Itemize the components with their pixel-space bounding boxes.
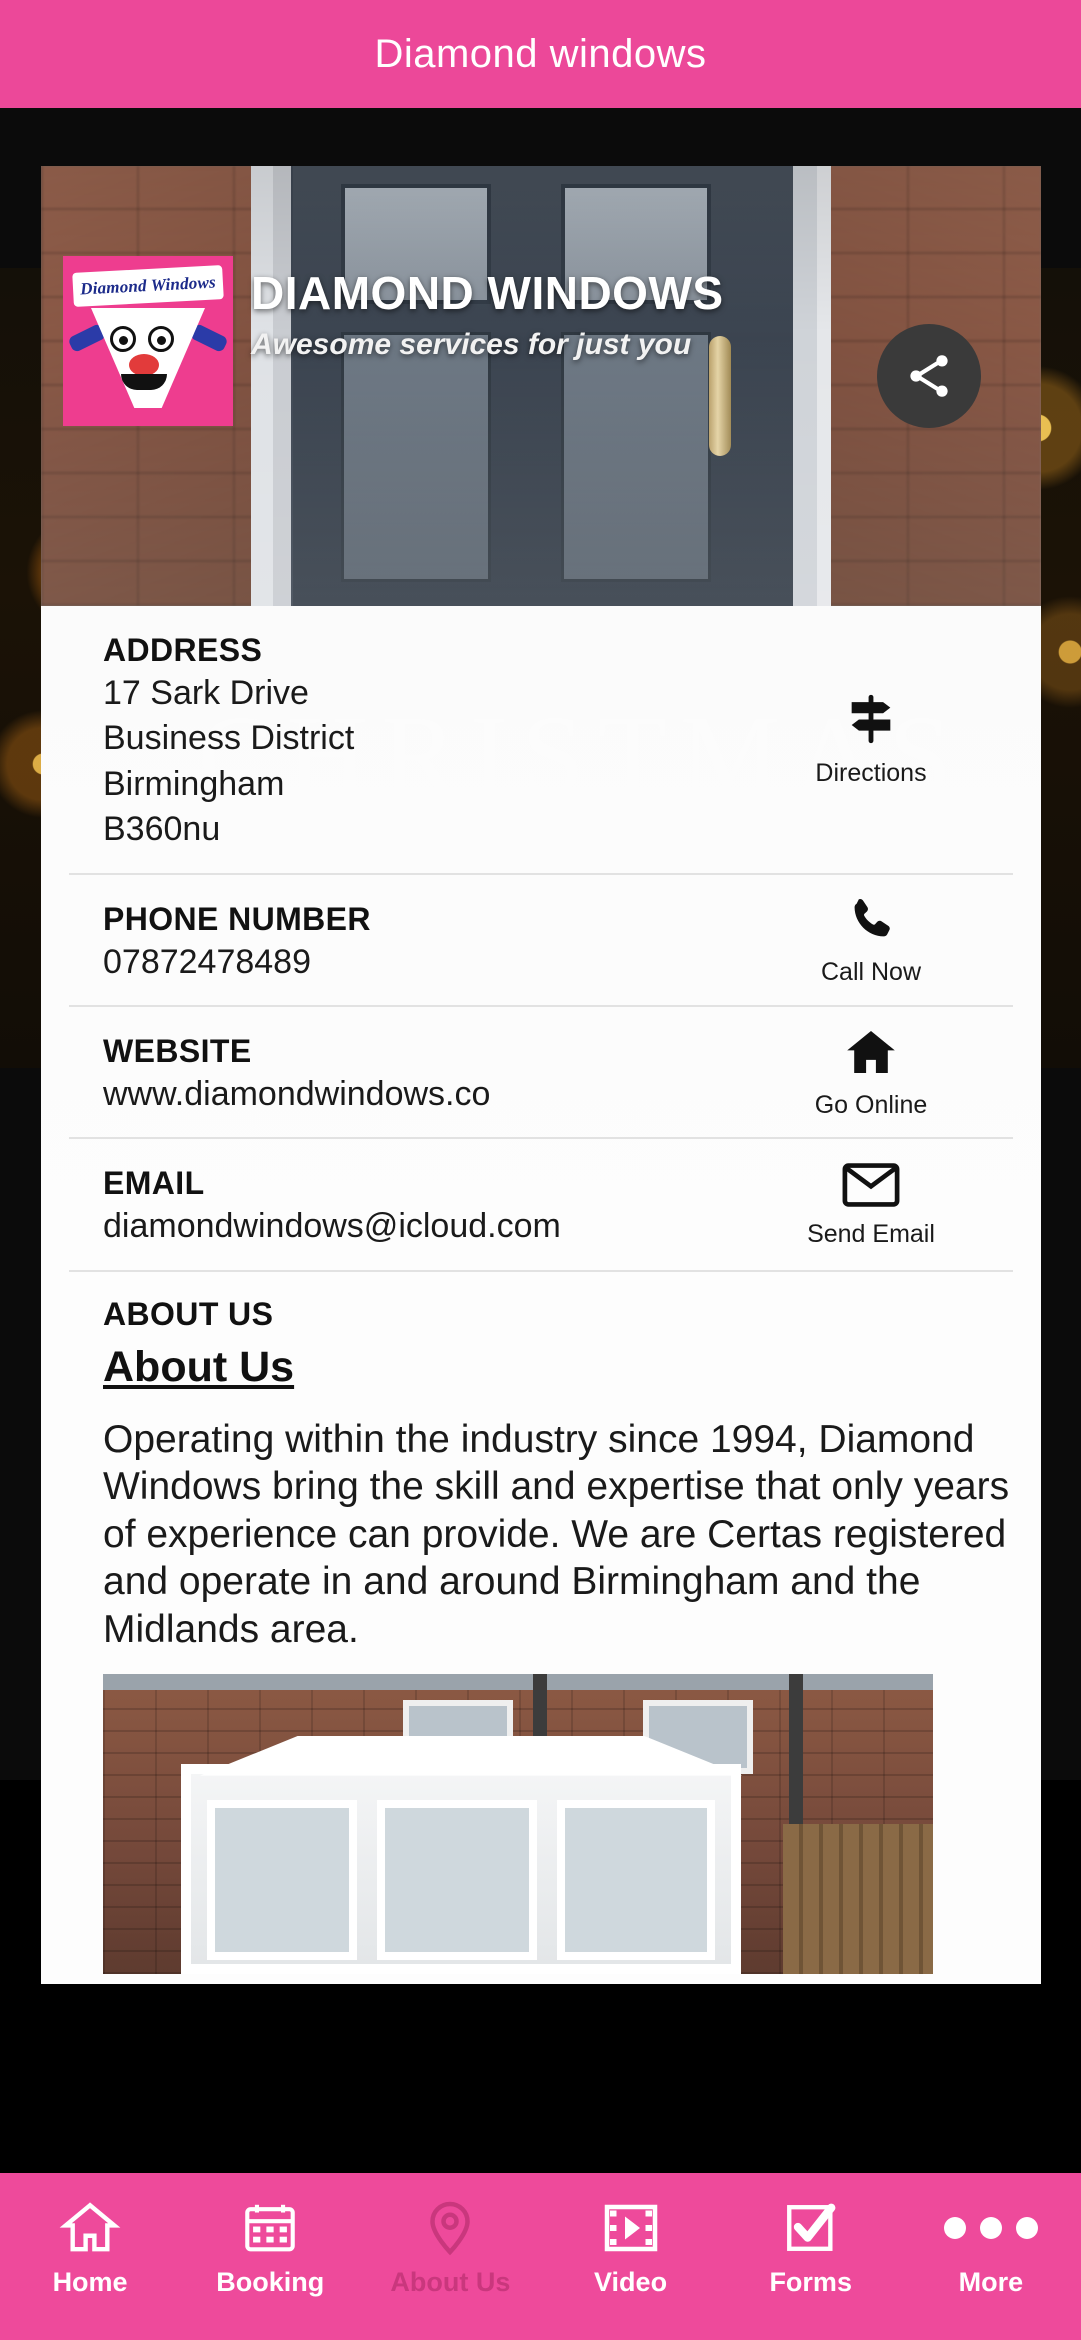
nav-label-home: Home bbox=[52, 2267, 128, 2297]
row-email: EMAIL diamondwindows@icloud.com Send Ema… bbox=[69, 1139, 1013, 1272]
call-now-label: Call Now bbox=[820, 957, 922, 986]
nav-item-booking[interactable]: Booking bbox=[180, 2191, 360, 2298]
checklist-icon bbox=[721, 2191, 901, 2265]
home-icon bbox=[847, 1031, 895, 1074]
directions-label: Directions bbox=[815, 759, 927, 788]
call-now-button[interactable]: Call Now bbox=[771, 893, 971, 987]
address-line-4: B360nu bbox=[103, 810, 221, 849]
info-list: ADDRESS 17 Sark Drive Business District … bbox=[41, 606, 1041, 1272]
row-address: ADDRESS 17 Sark Drive Business District … bbox=[69, 606, 1013, 875]
nav-item-home[interactable]: Home bbox=[0, 2191, 180, 2298]
nav-item-video[interactable]: Video bbox=[541, 2191, 721, 2298]
phone-icon bbox=[854, 898, 890, 937]
send-email-button[interactable]: Send Email bbox=[771, 1161, 971, 1249]
page-title: Diamond windows bbox=[374, 31, 707, 76]
row-phone: PHONE NUMBER 07872478489 Call Now bbox=[69, 875, 1013, 1007]
go-online-label: Go Online bbox=[814, 1091, 928, 1120]
about-photo-sky bbox=[103, 1673, 933, 1690]
logo-nose bbox=[129, 354, 159, 376]
send-email-label: Send Email bbox=[807, 1219, 935, 1248]
row-website: WEBSITE www.diamondwindows.co Go Online bbox=[69, 1007, 1013, 1140]
nav-label-forms: Forms bbox=[769, 2267, 852, 2297]
business-card: Diamond Windows DIAMOND WINDOWS Awesome … bbox=[41, 166, 1041, 1984]
nav-label-video: Video bbox=[594, 2267, 668, 2297]
business-identity: DIAMOND WINDOWS Awesome services for jus… bbox=[251, 266, 851, 362]
go-online-button[interactable]: Go Online bbox=[771, 1024, 971, 1120]
share-icon bbox=[910, 355, 948, 397]
bottom-nav: Home Booking About Us Video Forms More bbox=[0, 2173, 1081, 2340]
nav-item-about-us[interactable]: About Us bbox=[360, 2191, 540, 2298]
business-logo: Diamond Windows bbox=[63, 256, 233, 426]
nav-label-about-us: About Us bbox=[390, 2267, 511, 2297]
home-icon bbox=[0, 2191, 180, 2265]
film-icon bbox=[541, 2191, 721, 2265]
porch-glass-1 bbox=[207, 1799, 357, 1960]
nav-item-more[interactable]: More bbox=[901, 2191, 1081, 2298]
porch-glass-2 bbox=[377, 1799, 537, 1960]
about-heading: About Us bbox=[103, 1342, 295, 1391]
business-tagline: Awesome services for just you bbox=[251, 328, 692, 361]
directions-button[interactable]: Directions bbox=[771, 690, 971, 788]
share-button[interactable] bbox=[877, 324, 981, 428]
about-section: ABOUT US About Us Operating within the i… bbox=[69, 1271, 1013, 1984]
app-root: Diamond windows Diamond Windows DIAMOND … bbox=[0, 0, 1081, 2340]
about-body: Operating within the industry since 1994… bbox=[103, 1417, 1010, 1652]
logo-banner: Diamond Windows bbox=[72, 265, 224, 307]
about-photo-fence bbox=[783, 1823, 933, 1974]
about-photo bbox=[103, 1673, 933, 1974]
envelope-icon bbox=[842, 1162, 900, 1207]
top-bar: Diamond windows bbox=[0, 0, 1081, 108]
map-pin-icon bbox=[360, 2191, 540, 2265]
nav-label-more: More bbox=[958, 2267, 1024, 2297]
business-name: DIAMOND WINDOWS bbox=[251, 267, 724, 319]
calendar-icon bbox=[180, 2191, 360, 2265]
logo-eye-left bbox=[110, 326, 136, 352]
porch-glass-3 bbox=[557, 1799, 715, 1960]
logo-banner-text: Diamond Windows bbox=[79, 272, 217, 299]
about-photo-porch bbox=[181, 1763, 741, 1974]
logo-eye-right bbox=[148, 326, 174, 352]
address-label: ADDRESS bbox=[103, 632, 263, 668]
nav-item-forms[interactable]: Forms bbox=[721, 2191, 901, 2298]
signpost-icon bbox=[851, 695, 891, 744]
about-kicker: ABOUT US bbox=[103, 1295, 274, 1332]
nav-label-booking: Booking bbox=[216, 2267, 325, 2297]
ellipsis-icon bbox=[901, 2191, 1081, 2265]
